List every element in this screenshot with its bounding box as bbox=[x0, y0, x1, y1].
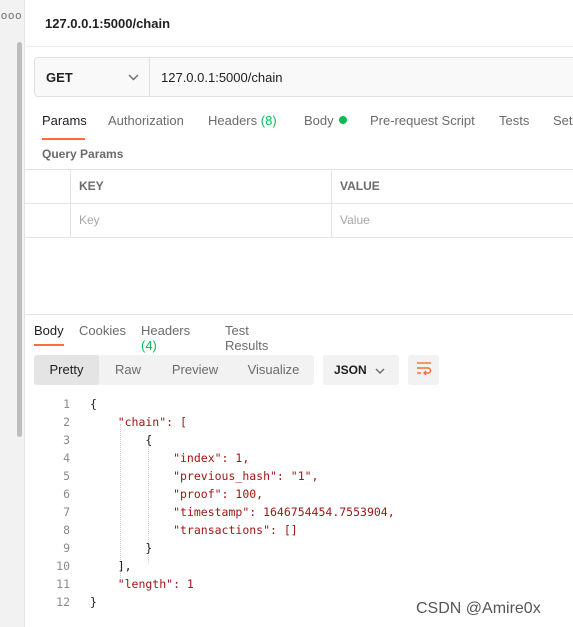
code-line[interactable]: "index": 1, bbox=[90, 451, 249, 465]
code-text: "proof": 100, bbox=[90, 487, 264, 501]
tab-tests[interactable]: Tests bbox=[499, 113, 529, 128]
tab-label: Headers bbox=[208, 113, 258, 128]
value-column bbox=[331, 204, 332, 237]
code-text: ], bbox=[90, 559, 132, 573]
key-column bbox=[70, 204, 71, 237]
request-title: 127.0.0.1:5000/chain bbox=[45, 16, 171, 31]
code-line[interactable]: "timestamp": 1646754454.7553904, bbox=[90, 505, 395, 519]
code-text: "index": 1, bbox=[90, 451, 250, 465]
tab-test-results[interactable]: Test Results bbox=[225, 323, 268, 353]
tab-body[interactable]: Body bbox=[304, 113, 347, 128]
active-tab-indicator bbox=[42, 138, 85, 140]
method-select[interactable]: GET bbox=[35, 58, 150, 96]
value-column bbox=[331, 170, 332, 203]
mode-raw[interactable]: Raw bbox=[99, 355, 157, 385]
tab-response-headers[interactable]: Headers (4) bbox=[141, 323, 190, 353]
wrap-lines-button[interactable] bbox=[408, 355, 439, 385]
code-line[interactable]: "transactions": [] bbox=[90, 523, 298, 537]
code-line[interactable]: "previous_hash": "1", bbox=[90, 469, 318, 483]
tab-settings[interactable]: Set bbox=[553, 113, 573, 128]
key-column bbox=[70, 170, 71, 203]
code-line[interactable]: ], bbox=[90, 559, 132, 573]
tab-label: Headers bbox=[141, 323, 191, 338]
tab-label: Pre-request Script bbox=[370, 113, 475, 128]
line-number: 3 bbox=[63, 433, 70, 447]
code-line[interactable]: "length": 1 bbox=[90, 577, 194, 591]
code-text: } bbox=[90, 541, 153, 555]
url-input[interactable]: 127.0.0.1:5000/chain bbox=[150, 70, 282, 85]
line-number: 5 bbox=[63, 469, 70, 483]
table-header-row: KEY VALUE bbox=[24, 169, 573, 203]
method-label: GET bbox=[46, 69, 73, 85]
code-text: } bbox=[90, 595, 97, 609]
request-bar: GET 127.0.0.1:5000/chain bbox=[34, 57, 573, 97]
tab-label: Params bbox=[42, 113, 87, 128]
code-line[interactable]: "proof": 100, bbox=[90, 487, 263, 501]
tab-headers[interactable]: Headers (8) bbox=[208, 113, 277, 128]
key-input[interactable]: Key bbox=[79, 213, 100, 227]
tab-label: Body bbox=[304, 113, 334, 128]
code-line[interactable]: } bbox=[90, 595, 97, 609]
view-mode-segmented: Pretty Raw Preview Visualize bbox=[34, 355, 314, 385]
table-row: Key Value bbox=[24, 203, 573, 238]
mode-preview[interactable]: Preview bbox=[157, 355, 233, 385]
line-number: 6 bbox=[63, 487, 70, 501]
tab-pre-request-script[interactable]: Pre-request Script bbox=[370, 113, 475, 128]
active-tab-indicator bbox=[34, 344, 64, 346]
status-dot-icon bbox=[338, 116, 347, 124]
line-number: 9 bbox=[63, 541, 70, 555]
title-divider bbox=[24, 46, 573, 47]
line-number: 1 bbox=[63, 397, 70, 411]
wrap-lines-icon bbox=[416, 361, 432, 380]
left-rail: ooo bbox=[0, 0, 25, 627]
tab-label: Test Results bbox=[225, 323, 269, 353]
chevron-down-icon bbox=[375, 363, 385, 377]
tab-label: Tests bbox=[499, 113, 530, 128]
code-text: "transactions": [] bbox=[90, 523, 298, 537]
column-header-value: VALUE bbox=[340, 179, 380, 193]
query-params-title: Query Params bbox=[42, 147, 124, 161]
value-input[interactable]: Value bbox=[340, 213, 370, 227]
line-number: 4 bbox=[63, 451, 70, 465]
code-text: { bbox=[90, 397, 97, 411]
code-text: "length": 1 bbox=[90, 577, 194, 591]
query-params-table: KEY VALUE Key Value bbox=[24, 169, 573, 238]
response-divider bbox=[24, 314, 573, 315]
tab-label: Set bbox=[553, 113, 573, 128]
tab-authorization[interactable]: Authorization bbox=[108, 113, 184, 128]
watermark: CSDN @Amire0x bbox=[416, 600, 541, 617]
tab-label: Cookies bbox=[79, 323, 126, 338]
chevron-down-icon bbox=[128, 70, 139, 84]
line-number: 8 bbox=[63, 523, 70, 537]
line-number: 2 bbox=[63, 415, 70, 429]
mode-pretty[interactable]: Pretty bbox=[34, 355, 99, 385]
line-number: 11 bbox=[56, 577, 70, 591]
line-number: 10 bbox=[56, 559, 70, 573]
tab-label: Authorization bbox=[108, 113, 184, 128]
code-text: { bbox=[90, 433, 153, 447]
menu-dots-icon[interactable]: ooo bbox=[1, 10, 22, 22]
code-line[interactable]: } bbox=[90, 541, 152, 555]
tab-label: Body bbox=[34, 323, 64, 338]
tab-cookies[interactable]: Cookies bbox=[79, 323, 126, 338]
line-number: 12 bbox=[56, 595, 70, 609]
mode-visualize[interactable]: Visualize bbox=[233, 355, 314, 385]
tab-count: (8) bbox=[260, 113, 277, 128]
column-header-key: KEY bbox=[79, 179, 104, 193]
code-text: "chain": [ bbox=[90, 415, 187, 429]
line-number: 7 bbox=[63, 505, 70, 519]
code-text: "timestamp": 1646754454.7553904, bbox=[90, 505, 395, 519]
rail-scrollbar[interactable] bbox=[17, 42, 22, 437]
code-line[interactable]: { bbox=[90, 433, 152, 447]
tab-count: (4) bbox=[141, 338, 157, 353]
tab-response-body[interactable]: Body bbox=[34, 323, 64, 338]
code-line[interactable]: "chain": [ bbox=[90, 415, 187, 429]
code-line[interactable]: { bbox=[90, 397, 97, 411]
code-text: "previous_hash": "1", bbox=[90, 469, 319, 483]
format-select[interactable]: JSON bbox=[323, 355, 399, 385]
format-label: JSON bbox=[334, 363, 367, 377]
tab-params[interactable]: Params bbox=[42, 113, 87, 128]
